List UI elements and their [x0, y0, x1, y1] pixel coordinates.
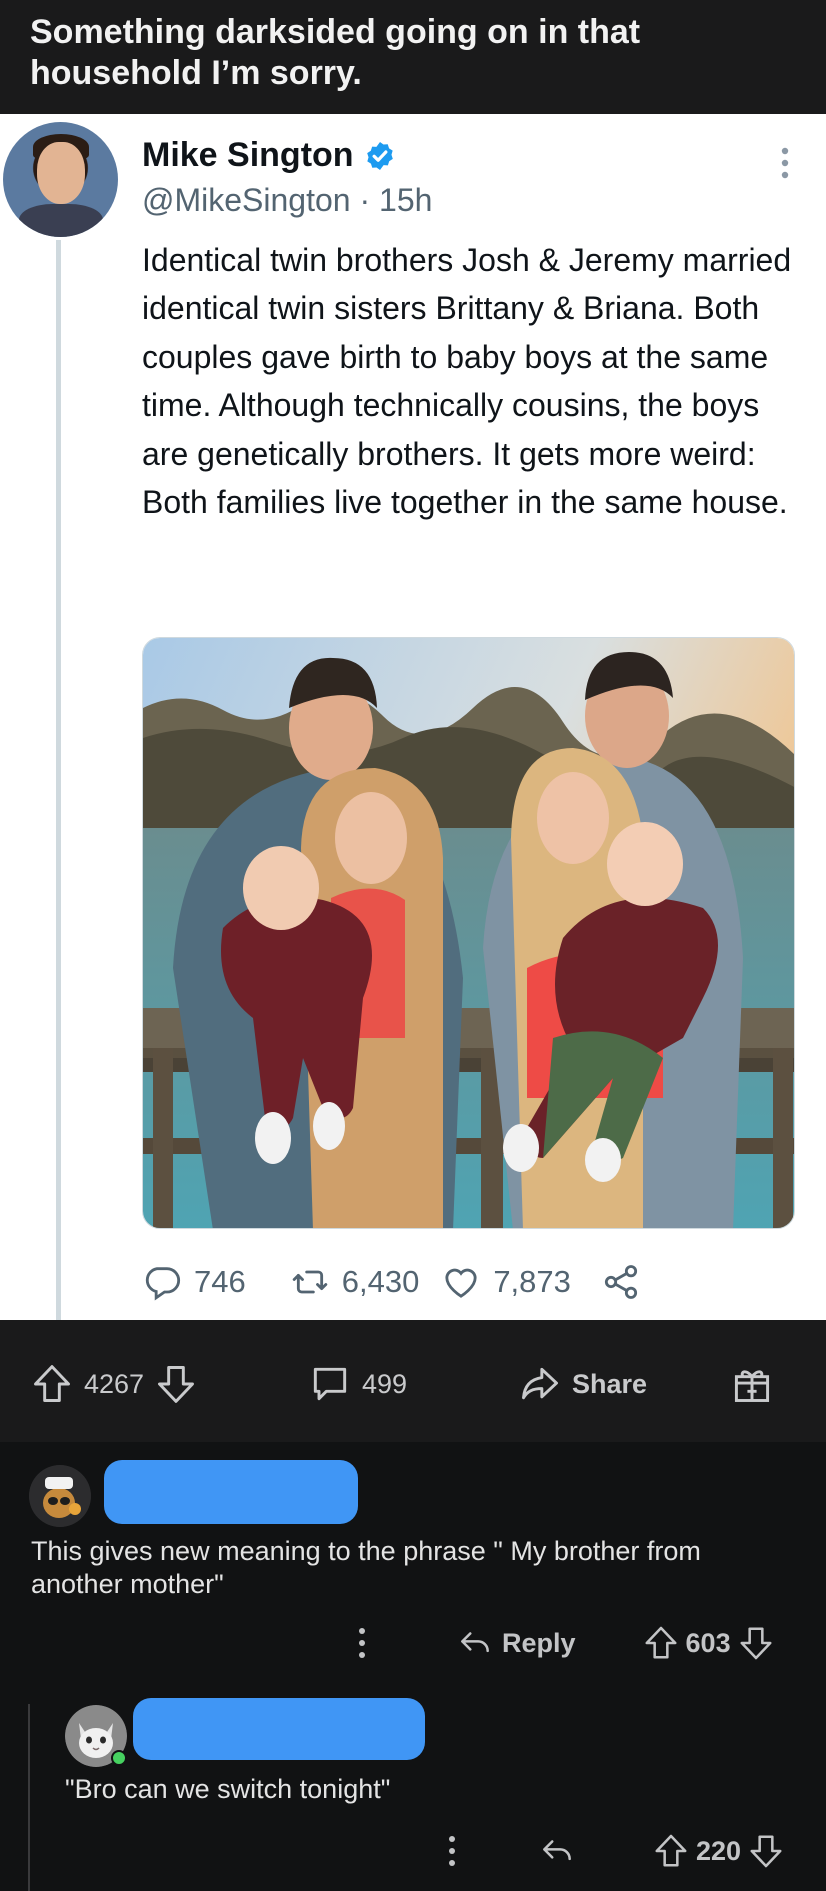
snoo-avatar-icon	[29, 1465, 91, 1527]
tweet-card: Mike Sington @MikeSington · 15h Identica…	[0, 114, 826, 1322]
heart-icon	[445, 1268, 477, 1298]
tweet-reply-action[interactable]: 746	[142, 1262, 246, 1302]
reply-thread-line[interactable]	[28, 1704, 30, 1891]
tweet-retweet-action[interactable]: 6,430	[290, 1262, 420, 1302]
upvote-arrow-icon[interactable]	[652, 1832, 690, 1870]
tweet-time[interactable]: 15h	[379, 182, 432, 218]
post-comments-button[interactable]: 499	[308, 1362, 407, 1406]
share-arrow-icon	[522, 1367, 558, 1400]
avatar-shirt	[19, 204, 103, 237]
comment-vote-count: 603	[685, 1627, 731, 1658]
meta-separator: ·	[359, 182, 371, 218]
post-share-button[interactable]: Share	[518, 1362, 647, 1406]
comment-actions: 220	[446, 1832, 785, 1870]
tweet-like-action[interactable]: 7,873	[441, 1262, 571, 1302]
thread-line	[56, 240, 61, 1322]
tweet-text: Identical twin brothers Josh & Jeremy ma…	[142, 242, 792, 521]
comment-actions: Reply 603	[356, 1624, 775, 1662]
post-title: Something darksided going on in that hou…	[30, 13, 641, 92]
comment-vote-group: 220	[652, 1832, 785, 1870]
post-action-bar: 4267 499 Share	[0, 1320, 826, 1442]
reply-bubble-icon	[145, 1267, 180, 1301]
post-comment-count: 499	[362, 1368, 408, 1399]
tweet-author-avatar[interactable]	[3, 122, 118, 237]
retweet-icon	[292, 1270, 327, 1294]
tweet-author-name[interactable]: Mike Sington	[142, 136, 354, 175]
online-status-indicator	[111, 1750, 127, 1766]
downvote-arrow-icon[interactable]	[737, 1624, 775, 1662]
comment-avatar[interactable]	[29, 1465, 91, 1527]
like-count: 7,873	[493, 1264, 571, 1299]
reply-button[interactable]: Reply	[456, 1624, 576, 1662]
upvote-arrow-icon[interactable]	[30, 1362, 74, 1406]
more-options-icon[interactable]	[779, 146, 791, 180]
tweet-photo[interactable]	[142, 637, 795, 1229]
reply-label: Reply	[502, 1627, 576, 1658]
tweet-author-row: Mike Sington	[142, 136, 396, 175]
comment-bubble-icon	[313, 1367, 347, 1401]
reply-arrow-icon	[543, 1840, 571, 1861]
family-photo-illustration	[143, 638, 794, 1228]
tweet-actions: 746 6,430 7,873	[142, 1258, 641, 1306]
more-options-icon[interactable]	[446, 1834, 458, 1868]
verified-badge-icon	[366, 141, 393, 170]
more-options-icon[interactable]	[356, 1626, 368, 1660]
downvote-arrow-icon[interactable]	[154, 1362, 198, 1406]
retweet-count: 6,430	[341, 1264, 420, 1299]
share-nodes-icon	[604, 1265, 637, 1299]
upvote-arrow-icon[interactable]	[642, 1624, 680, 1662]
redacted-username	[133, 1698, 425, 1760]
tweet-meta: @MikeSington · 15h	[142, 182, 432, 219]
reply-count: 746	[194, 1264, 246, 1299]
post-vote-group: 4267	[30, 1362, 198, 1406]
tweet-share-action[interactable]	[601, 1262, 641, 1302]
reply-arrow-icon	[461, 1632, 489, 1653]
gift-award-icon	[734, 1370, 770, 1402]
post-share-label: Share	[572, 1368, 648, 1399]
comment-text: "Bro can we switch tonight"	[65, 1774, 391, 1804]
tweet-handle[interactable]: @MikeSington	[142, 182, 351, 218]
comment-text: This gives new meaning to the phrase " M…	[31, 1536, 701, 1599]
post-vote-count: 4267	[84, 1368, 145, 1399]
post-award-button[interactable]	[730, 1362, 774, 1406]
redacted-username	[104, 1460, 358, 1524]
comment-vote-group: 603	[642, 1624, 775, 1662]
downvote-arrow-icon[interactable]	[747, 1832, 785, 1870]
post-title-bar: Something darksided going on in that hou…	[0, 0, 826, 114]
comment-vote-count: 220	[696, 1835, 742, 1866]
reply-button[interactable]	[538, 1832, 576, 1870]
avatar-face	[37, 142, 85, 204]
